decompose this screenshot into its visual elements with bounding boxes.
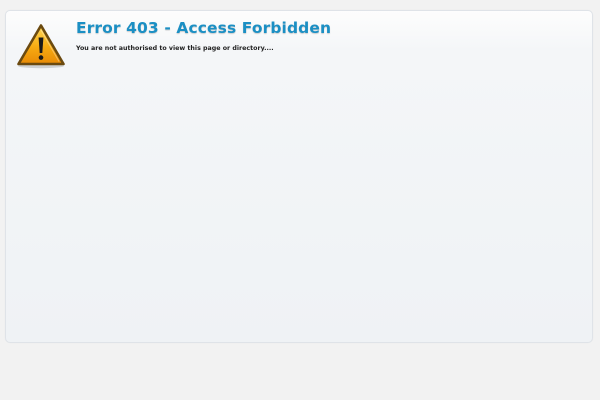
- warning-triangle-icon: [17, 24, 65, 69]
- error-panel: Error 403 - Access Forbidden You are not…: [5, 10, 593, 343]
- page-title: Error 403 - Access Forbidden: [76, 19, 332, 37]
- error-message: You are not authorised to view this page…: [76, 45, 274, 52]
